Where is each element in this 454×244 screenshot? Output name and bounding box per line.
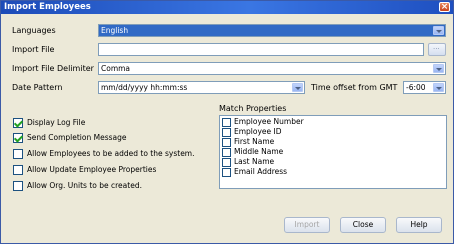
import-file-label: Import File	[12, 45, 55, 54]
checkbox[interactable]	[222, 118, 231, 127]
languages-label: Languages	[12, 26, 56, 35]
gmt-offset-value: -6:00	[406, 83, 426, 92]
option-label: Allow Org. Units to be created.	[27, 181, 142, 190]
delimiter-label: Import File Delimiter	[12, 64, 94, 73]
languages-value: English	[101, 26, 129, 35]
import-button[interactable]: Import	[284, 217, 330, 233]
chevron-down-icon[interactable]	[433, 26, 444, 35]
delimiter-dropdown[interactable]: Comma	[98, 62, 446, 75]
window-title: Import Employees	[4, 2, 91, 12]
help-button[interactable]: Help	[396, 217, 442, 233]
match-properties-label: Match Properties	[219, 104, 287, 113]
option-label: Allow Employees to be added to the syste…	[27, 149, 195, 158]
chevron-down-icon[interactable]	[292, 83, 303, 92]
option-label: Display Log File	[27, 118, 86, 127]
date-pattern-dropdown[interactable]: mm/dd/yyyy hh:mm:ss	[98, 81, 305, 94]
checkbox[interactable]	[13, 118, 23, 128]
import-employees-dialog: Import Employees × Languages English Imp…	[0, 0, 454, 244]
checkbox[interactable]	[222, 158, 231, 167]
chevron-down-icon[interactable]	[433, 83, 444, 92]
title-bar[interactable]: Import Employees ×	[1, 1, 453, 14]
checkbox[interactable]	[222, 148, 231, 157]
option-allow-employees-added[interactable]: Allow Employees to be added to the syste…	[13, 149, 213, 161]
list-item-label: Last Name	[234, 157, 275, 166]
option-display-log-file[interactable]: Display Log File	[13, 118, 213, 130]
list-item[interactable]: Email Address	[222, 167, 442, 178]
checkbox[interactable]	[222, 128, 231, 137]
date-pattern-value: mm/dd/yyyy hh:mm:ss	[101, 83, 188, 92]
import-file-input[interactable]	[98, 43, 424, 56]
option-send-completion-message[interactable]: Send Completion Message	[13, 133, 213, 145]
languages-dropdown[interactable]: English	[98, 24, 446, 37]
list-item-label: Email Address	[234, 167, 288, 176]
delimiter-value: Comma	[101, 64, 131, 73]
option-allow-update-properties[interactable]: Allow Update Employee Properties	[13, 165, 213, 177]
date-pattern-label: Date Pattern	[12, 83, 63, 92]
browse-button[interactable]	[428, 43, 446, 56]
checkbox[interactable]	[13, 165, 23, 175]
list-item-label: Employee ID	[234, 127, 282, 136]
checkbox[interactable]	[222, 138, 231, 147]
gmt-offset-dropdown[interactable]: -6:00	[403, 81, 446, 94]
match-properties-list[interactable]: Employee Number Employee ID First Name M…	[219, 115, 447, 189]
checkbox[interactable]	[13, 133, 23, 143]
list-item-label: Employee Number	[234, 117, 304, 126]
checkbox[interactable]	[13, 181, 23, 191]
option-label: Send Completion Message	[27, 133, 127, 142]
checkbox[interactable]	[222, 168, 231, 177]
close-icon[interactable]: ×	[439, 2, 450, 12]
gmt-offset-label: Time offset from GMT	[311, 83, 398, 92]
list-item-label: Middle Name	[234, 147, 284, 156]
option-allow-org-units[interactable]: Allow Org. Units to be created.	[13, 181, 213, 193]
option-label: Allow Update Employee Properties	[27, 165, 157, 174]
close-button[interactable]: Close	[340, 217, 386, 233]
checkbox[interactable]	[13, 149, 23, 159]
chevron-down-icon[interactable]	[433, 64, 444, 73]
list-item-label: First Name	[234, 137, 275, 146]
